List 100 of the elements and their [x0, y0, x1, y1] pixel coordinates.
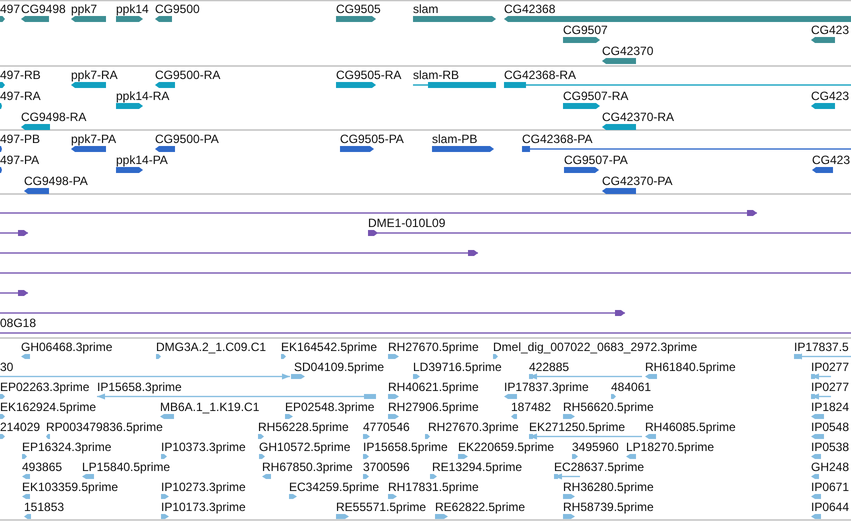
feature-label: RH17831.5prime	[388, 480, 479, 494]
feature-label: CG9498-PA	[24, 174, 88, 188]
feature-glyph[interactable]	[155, 82, 175, 88]
alignment-arrow[interactable]	[0, 250, 478, 256]
feature-label: CG42370-RA	[602, 110, 674, 124]
feature-glyph[interactable]	[811, 37, 835, 43]
feature-label: LP15840.5prime	[82, 460, 170, 474]
feature-glyph[interactable]	[155, 146, 175, 152]
feature-glyph[interactable]	[0, 16, 5, 22]
feature-label: 497-PA	[0, 153, 40, 167]
feature-glyph[interactable]	[0, 82, 5, 88]
feature-glyph[interactable]	[563, 103, 600, 109]
alignment-arrow[interactable]	[0, 230, 28, 236]
feature-label: RH27670.3prime	[428, 420, 519, 434]
feature-glyph[interactable]	[116, 167, 143, 173]
feature-label: DME1-010L09	[368, 216, 446, 230]
feature-label: EP16324.3prime	[22, 440, 112, 454]
feature-label: Dmel_dig_007022_0683_2972.3prime	[493, 340, 698, 354]
feature-label: IP0538	[811, 440, 850, 454]
feature-label: IP0277	[811, 380, 850, 394]
alignment-line[interactable]	[0, 272, 851, 274]
feature-glyph[interactable]	[340, 146, 374, 152]
feature-glyph[interactable]	[71, 16, 106, 22]
feature-label: IP17837.5	[794, 340, 849, 354]
alignment-arrow[interactable]	[0, 210, 757, 216]
feature-glyph[interactable]	[24, 188, 49, 194]
feature-label: ppk7-RA	[71, 68, 118, 82]
feature-label: DMG3A.2_1.C09.C1	[156, 340, 266, 354]
feature-label: CG9505	[336, 2, 381, 16]
feature-glyph[interactable]	[504, 82, 851, 88]
feature-glyph[interactable]	[21, 16, 49, 22]
feature-label: IP15658.3prime	[97, 380, 182, 394]
feature-glyph[interactable]	[336, 16, 376, 22]
feature-label: ppk14-PA	[116, 153, 168, 167]
alignment-line[interactable]	[0, 332, 851, 334]
feature-label: CG9507-PA	[564, 153, 628, 167]
feature-label: IP0644	[811, 500, 850, 514]
feature-glyph[interactable]	[116, 16, 143, 22]
feature-label: IP10373.3prime	[161, 440, 246, 454]
feature-glyph[interactable]	[563, 37, 600, 43]
feature-label: IP15658.5prime	[363, 440, 448, 454]
feature-glyph[interactable]	[812, 167, 833, 173]
feature-label: EP02548.3prime	[285, 400, 374, 414]
feature-glyph[interactable]	[522, 146, 851, 152]
feature-label: GH06468.3prime	[21, 340, 112, 354]
feature-label: slam	[413, 2, 438, 16]
feature-label: slam-PB	[432, 132, 478, 146]
feature-label: ppk7	[71, 2, 98, 16]
feature-label: GH10572.5prime	[259, 440, 350, 454]
feature-label: 214029	[0, 420, 40, 434]
feature-label: CG423	[811, 89, 850, 103]
alignment-arrow[interactable]	[0, 310, 625, 316]
feature-label: 3700596	[363, 460, 410, 474]
feature-label: 08G18	[0, 316, 36, 330]
feature-label: CG42370	[602, 44, 654, 58]
feature-label: IP0671	[811, 480, 850, 494]
feature-label: CG9507	[563, 23, 608, 37]
feature-label: CG42370-PA	[602, 174, 672, 188]
feature-label: 497-RA	[0, 89, 41, 103]
feature-glyph[interactable]	[116, 103, 143, 109]
feature-label: EC34259.5prime	[289, 480, 380, 494]
feature-glyph[interactable]	[602, 188, 636, 194]
feature-label: 497-PB	[0, 132, 40, 146]
feature-label: EK103359.5prime	[22, 480, 118, 494]
feature-label: CG9500	[155, 2, 200, 16]
feature-label: 493865	[22, 460, 62, 474]
feature-glyph[interactable]	[71, 146, 106, 152]
feature-label: 4770546	[363, 420, 410, 434]
feature-glyph[interactable]	[432, 146, 494, 152]
alignment-arrow[interactable]	[368, 230, 851, 236]
feature-label: GH248	[811, 460, 850, 474]
feature-label: LD39716.5prime	[413, 360, 502, 374]
alignment-arrow[interactable]	[0, 290, 28, 296]
feature-label: RH67850.3prime	[262, 460, 353, 474]
feature-glyph[interactable]	[336, 82, 376, 88]
feature-label: RH46085.5prime	[645, 420, 736, 434]
feature-glyph[interactable]	[71, 82, 106, 88]
feature-glyph[interactable]	[413, 82, 496, 88]
feature-label: EK271250.5prime	[529, 420, 626, 434]
feature-label: CG423	[811, 23, 850, 37]
feature-label: 497	[0, 2, 20, 16]
feature-label: 187482	[511, 400, 552, 414]
feature-label: CG423	[812, 153, 850, 167]
feature-label: IP10173.3prime	[161, 500, 246, 514]
feature-glyph[interactable]	[602, 124, 636, 130]
feature-label: RE62822.5prime	[435, 500, 526, 514]
feature-label: 151853	[24, 500, 64, 514]
feature-label: CG9498-RA	[21, 110, 86, 124]
feature-label: CG42368-RA	[504, 68, 576, 82]
feature-glyph[interactable]	[155, 16, 172, 22]
feature-glyph[interactable]	[21, 124, 50, 130]
feature-label: LP18270.5prime	[626, 440, 714, 454]
feature-glyph[interactable]	[413, 16, 496, 22]
feature-label: CG9507-RA	[563, 89, 628, 103]
feature-label: RE13294.5prime	[432, 460, 522, 474]
feature-label: 3495960	[572, 440, 619, 454]
feature-glyph[interactable]	[602, 58, 636, 64]
feature-glyph[interactable]	[811, 103, 835, 109]
feature-label: RE55571.5prime	[336, 500, 426, 514]
feature-glyph[interactable]	[564, 167, 599, 173]
